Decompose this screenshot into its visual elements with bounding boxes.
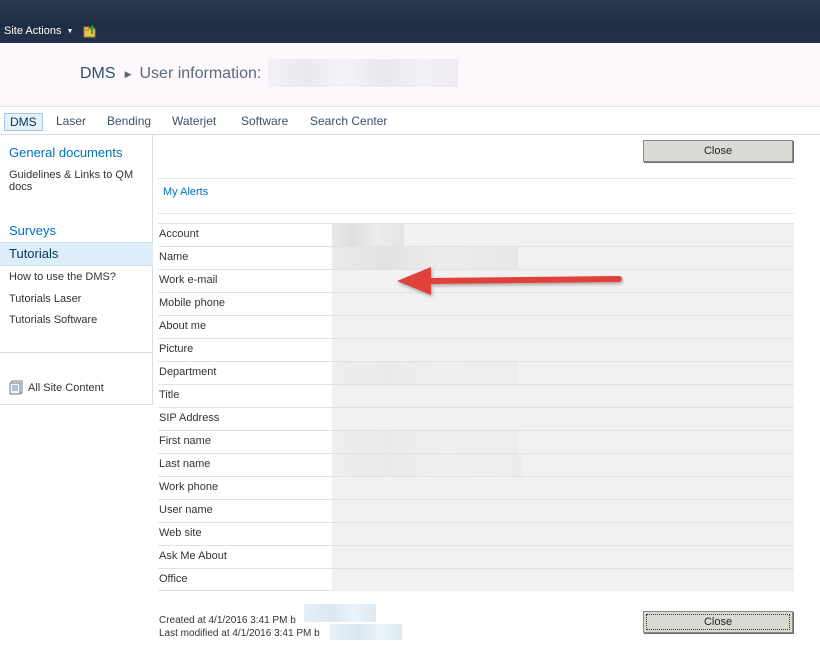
field-value-department <box>332 362 794 384</box>
table-row: First name <box>158 430 794 453</box>
top-navigation: DMS Laser Bending Waterjet Software Sear… <box>0 108 820 135</box>
field-value-last-name <box>332 454 794 476</box>
quick-launch: General documents Guidelines & Links to … <box>0 135 153 405</box>
field-label-title: Title <box>159 389 180 401</box>
field-value-sip-address <box>332 408 794 430</box>
site-actions-label: Site Actions <box>4 25 62 37</box>
tab-dms[interactable]: DMS <box>4 113 43 131</box>
sidebar-item-guidelines[interactable]: Guidelines & Links to QM docs <box>9 169 149 193</box>
sidebar-item-general-documents[interactable]: General documents <box>9 145 122 160</box>
table-row: SIP Address <box>158 407 794 430</box>
field-value-user-name <box>332 500 794 522</box>
annotation-arrow-icon <box>397 267 622 295</box>
table-row: Picture <box>158 338 794 361</box>
field-label-sip-address: SIP Address <box>159 412 220 424</box>
field-label-first-name: First name <box>159 435 211 447</box>
field-value-ask-me-about <box>332 546 794 568</box>
table-row: Web site <box>158 522 794 545</box>
all-site-content-label: All Site Content <box>28 381 104 394</box>
site-content-icon <box>9 380 23 395</box>
tab-search-center[interactable]: Search Center <box>305 113 392 129</box>
field-label-work-phone: Work phone <box>159 481 219 493</box>
field-label-picture: Picture <box>159 343 194 355</box>
redacted-user-name <box>268 59 458 87</box>
field-value-work-phone <box>332 477 794 499</box>
field-label-office: Office <box>159 573 188 585</box>
site-actions-menu[interactable]: Site Actions ▼ <box>4 25 73 37</box>
table-row: Office <box>158 568 794 591</box>
table-row: Account <box>158 223 794 246</box>
field-value-account <box>332 224 794 246</box>
tab-software[interactable]: Software <box>236 113 293 129</box>
chevron-down-icon: ▼ <box>66 27 74 35</box>
field-value-title <box>332 385 794 407</box>
field-label-last-name: Last name <box>159 458 211 470</box>
created-text: Created at 4/1/2016 3:41 PM b <box>159 615 296 626</box>
sidebar-item-surveys[interactable]: Surveys <box>9 223 56 238</box>
navigate-up-icon[interactable] <box>82 23 98 39</box>
table-row: Last name <box>158 453 794 476</box>
field-label-about-me: About me <box>159 320 207 332</box>
redacted-modified-by <box>330 624 402 640</box>
field-label-ask-me-about: Ask Me About <box>159 550 227 562</box>
breadcrumb-root-link[interactable]: DMS <box>80 65 116 83</box>
sidebar-item-how-to-use[interactable]: How to use the DMS? <box>9 271 116 283</box>
table-row: Department <box>158 361 794 384</box>
breadcrumb: DMS ▶ User information: <box>80 65 261 83</box>
field-label-name: Name <box>159 251 189 263</box>
sidebar-item-tutorials[interactable]: Tutorials <box>9 246 58 261</box>
close-button-bottom[interactable]: Close <box>643 611 793 633</box>
table-row: About me <box>158 315 794 338</box>
field-label-work-email: Work e-mail <box>159 274 218 286</box>
tab-bending[interactable]: Bending <box>102 113 156 129</box>
ribbon-bar: Site Actions ▼ <box>0 0 820 43</box>
field-value-about-me <box>332 316 794 338</box>
sidebar-item-tutorials-laser[interactable]: Tutorials Laser <box>9 293 81 305</box>
my-alerts-link[interactable]: My Alerts <box>163 186 208 198</box>
all-site-content-link[interactable]: All Site Content <box>9 380 104 395</box>
field-label-mobile-phone: Mobile phone <box>159 297 226 309</box>
alerts-box: My Alerts <box>158 178 794 214</box>
field-label-department: Department <box>159 366 217 378</box>
table-row: User name <box>158 499 794 522</box>
field-value-first-name <box>332 431 794 453</box>
tab-waterjet[interactable]: Waterjet <box>167 113 221 129</box>
title-area: DMS ▶ User information: <box>0 43 820 107</box>
field-value-web-site <box>332 523 794 545</box>
field-label-user-name: User name <box>159 504 213 516</box>
field-label-account: Account <box>159 228 199 240</box>
field-label-web-site: Web site <box>159 527 202 539</box>
field-value-office <box>332 569 794 591</box>
field-value-picture <box>332 339 794 361</box>
table-row: Ask Me About <box>158 545 794 568</box>
tab-laser[interactable]: Laser <box>51 113 91 129</box>
sidebar-divider <box>0 352 153 353</box>
breadcrumb-arrow-icon: ▶ <box>124 68 132 79</box>
table-row: Title <box>158 384 794 407</box>
table-row: Work phone <box>158 476 794 499</box>
modified-text: Last modified at 4/1/2016 3:41 PM b <box>159 628 320 639</box>
redacted-created-by <box>304 604 376 622</box>
close-button-top[interactable]: Close <box>643 140 793 162</box>
created-modified-info: Created at 4/1/2016 3:41 PM b Last modif… <box>159 614 320 640</box>
page-title: User information: <box>139 65 262 82</box>
sidebar-item-tutorials-software[interactable]: Tutorials Software <box>9 314 97 326</box>
